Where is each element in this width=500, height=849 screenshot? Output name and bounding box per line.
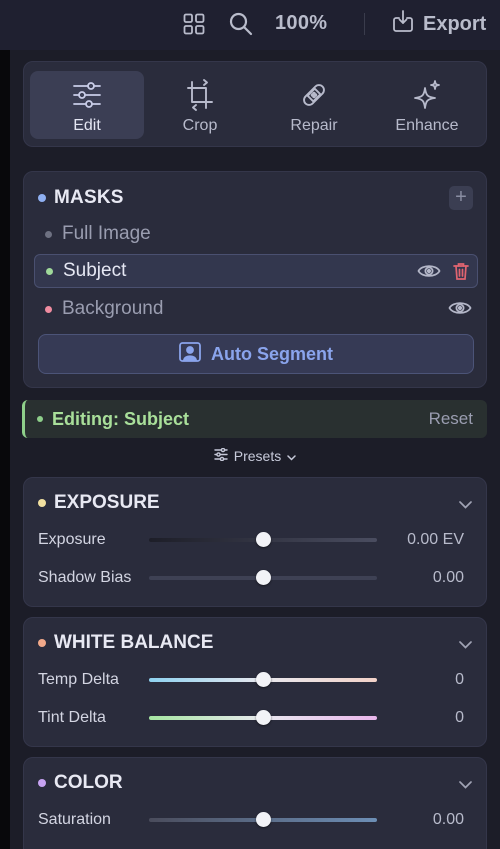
presets-icon — [214, 447, 228, 464]
masks-dot — [38, 194, 46, 202]
white-balance-title: WHITE BALANCE — [54, 632, 214, 653]
slider-value: 0 — [455, 671, 464, 688]
exposure-title: EXPOSURE — [54, 492, 160, 513]
white-balance-dot — [38, 639, 46, 647]
slider-label: Exposure — [38, 531, 106, 548]
masks-section: MASKS + Full Image Subject Background Au… — [23, 171, 487, 388]
masks-title: MASKS — [54, 187, 124, 208]
tool-tabs: Edit Crop Repair Enhance — [23, 61, 487, 147]
editing-text: Editing: Subject — [52, 408, 189, 429]
slider-value: 0.00 — [432, 811, 464, 828]
mask-color-dot — [46, 267, 53, 275]
tab-enhance-label: Enhance — [395, 117, 459, 134]
mask-color-dot — [45, 230, 52, 238]
slider-saturation[interactable]: Saturation 0.00 — [38, 808, 478, 832]
chevron-down-icon[interactable] — [459, 776, 472, 794]
slider-thumb[interactable] — [256, 672, 271, 687]
tab-edit[interactable]: Edit — [30, 71, 144, 139]
slider-label: Saturation — [38, 811, 111, 828]
presets-label: Presets — [233, 448, 282, 464]
color-header[interactable]: COLOR — [38, 772, 123, 794]
left-edge — [0, 0, 10, 849]
slider-thumb[interactable] — [256, 710, 271, 725]
person-frame-icon — [179, 341, 201, 367]
add-mask-button[interactable]: + — [449, 186, 473, 210]
exposure-dot — [38, 499, 46, 507]
mask-label: Full Image — [62, 223, 151, 244]
chevron-down-icon — [287, 448, 296, 464]
exposure-section: EXPOSURE Exposure 0.00 EV Shadow Bias 0.… — [23, 477, 487, 607]
editing-dot — [37, 416, 43, 422]
mask-color-dot — [45, 305, 52, 313]
mask-item-background[interactable]: Background — [34, 292, 478, 326]
slider-value: 0.00 — [432, 569, 464, 586]
slider-tint-delta[interactable]: Tint Delta 0 — [38, 706, 478, 730]
color-section: COLOR Saturation 0.00 — [23, 757, 487, 849]
auto-segment-button[interactable]: Auto Segment — [38, 334, 474, 374]
slider-exposure[interactable]: Exposure 0.00 EV — [38, 528, 478, 552]
slider-label: Tint Delta — [38, 709, 106, 726]
exposure-header[interactable]: EXPOSURE — [38, 492, 160, 514]
tab-crop[interactable]: Crop — [143, 71, 257, 139]
auto-segment-label: Auto Segment — [210, 343, 333, 364]
color-title: COLOR — [54, 772, 123, 793]
sliders-icon — [72, 79, 102, 111]
chevron-down-icon[interactable] — [459, 496, 472, 514]
top-toolbar: 100% Export — [0, 0, 500, 50]
slider-temp-delta[interactable]: Temp Delta 0 — [38, 668, 478, 692]
tab-crop-label: Crop — [182, 117, 218, 134]
export-icon — [392, 9, 414, 39]
slider-thumb[interactable] — [256, 532, 271, 547]
mask-item-subject[interactable]: Subject — [34, 254, 478, 288]
slider-thumb[interactable] — [256, 812, 271, 827]
slider-label: Temp Delta — [38, 671, 119, 688]
presets-dropdown[interactable]: Presets — [10, 447, 500, 464]
mask-label: Subject — [63, 260, 127, 281]
white-balance-header[interactable]: WHITE BALANCE — [38, 632, 213, 654]
grid-icon[interactable] — [183, 13, 205, 35]
slider-value: 0.00 EV — [407, 531, 464, 548]
tab-repair-label: Repair — [290, 117, 338, 134]
bandage-icon — [298, 79, 330, 111]
slider-shadow-bias[interactable]: Shadow Bias 0.00 — [38, 566, 478, 590]
mask-item-full-image[interactable]: Full Image — [34, 217, 478, 251]
eye-icon[interactable] — [417, 262, 441, 286]
color-dot — [38, 779, 46, 787]
crop-icon — [184, 79, 216, 111]
edit-panel: Edit Crop Repair Enhance MASKS + Full Im… — [10, 50, 500, 849]
masks-header: MASKS — [38, 187, 124, 209]
editing-status-bar: Editing: Subject Reset — [22, 400, 487, 438]
eye-icon[interactable] — [448, 299, 472, 323]
slider-label: Shadow Bias — [38, 569, 132, 586]
slider-thumb[interactable] — [256, 570, 271, 585]
tab-edit-label: Edit — [73, 117, 101, 134]
white-balance-section: WHITE BALANCE Temp Delta 0 Tint Delta 0 — [23, 617, 487, 747]
tab-enhance[interactable]: Enhance — [370, 71, 484, 139]
export-label: Export — [423, 12, 487, 35]
tab-repair[interactable]: Repair — [257, 71, 371, 139]
export-button[interactable]: Export — [392, 9, 486, 39]
search-icon[interactable] — [228, 11, 254, 37]
toolbar-divider — [364, 13, 365, 35]
chevron-down-icon[interactable] — [459, 636, 472, 654]
mask-label: Background — [62, 298, 164, 319]
zoom-level[interactable]: 100% — [275, 12, 327, 35]
reset-button[interactable]: Reset — [429, 409, 473, 429]
slider-value: 0 — [455, 709, 464, 726]
sparkles-icon — [411, 79, 443, 111]
trash-icon[interactable] — [453, 262, 469, 286]
